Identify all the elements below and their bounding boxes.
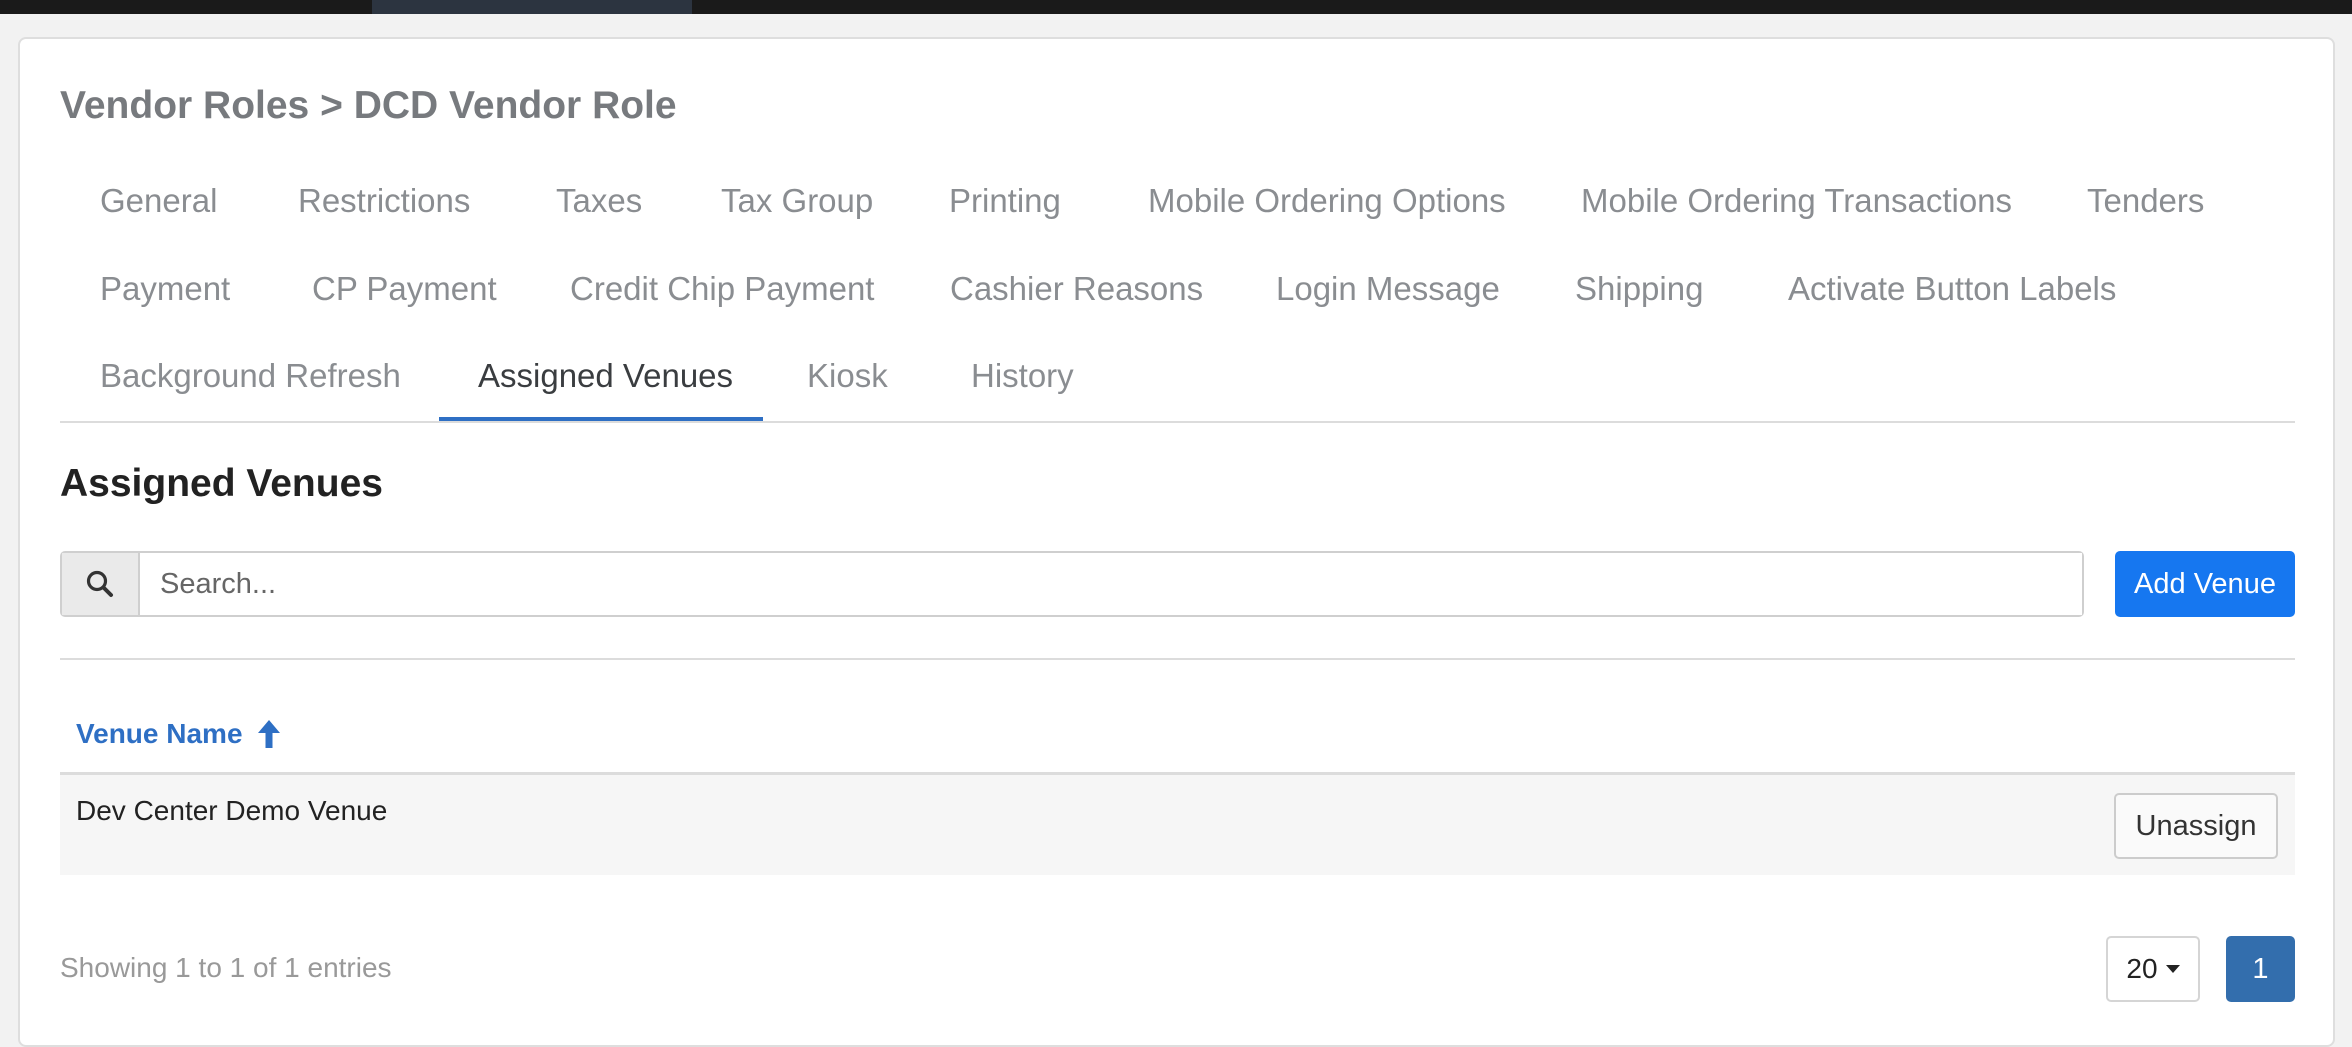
tab-mobile-ordering-options[interactable]: Mobile Ordering Options xyxy=(1148,182,1506,220)
tab-mobile-ordering-transactions[interactable]: Mobile Ordering Transactions xyxy=(1581,182,2012,220)
entries-summary: Showing 1 to 1 of 1 entries xyxy=(60,952,392,983)
tab-activate-button-labels[interactable]: Activate Button Labels xyxy=(1788,270,2116,308)
caret-down-icon xyxy=(2165,965,2180,973)
breadcrumb-separator: > xyxy=(320,84,343,127)
add-venue-button[interactable]: Add Venue xyxy=(2115,551,2295,617)
tab-assigned-venues[interactable]: Assigned Venues xyxy=(478,357,733,395)
tab-tenders[interactable]: Tenders xyxy=(2087,182,2204,220)
tab-taxes[interactable]: Taxes xyxy=(556,182,642,220)
tab-bar: General Restrictions Taxes Tax Group Pri… xyxy=(60,168,2295,422)
tab-history[interactable]: History xyxy=(971,357,1074,395)
tab-login-message[interactable]: Login Message xyxy=(1276,270,1500,308)
tab-printing[interactable]: Printing xyxy=(949,182,1061,220)
pagination-page-1[interactable]: 1 xyxy=(2226,936,2295,1002)
tab-payment[interactable]: Payment xyxy=(100,270,230,308)
page-size-select[interactable]: 20 xyxy=(2106,936,2200,1002)
search-input[interactable] xyxy=(140,553,2082,615)
table-row: Dev Center Demo Venue Unassign xyxy=(60,775,2295,875)
venue-name-cell: Dev Center Demo Venue xyxy=(76,795,388,826)
column-header-label: Venue Name xyxy=(76,718,243,749)
arrow-up-icon xyxy=(257,720,280,748)
tab-credit-chip-payment[interactable]: Credit Chip Payment xyxy=(570,270,874,308)
tab-kiosk[interactable]: Kiosk xyxy=(807,357,888,395)
tab-shipping[interactable]: Shipping xyxy=(1575,270,1703,308)
breadcrumb-parent[interactable]: Vendor Roles xyxy=(60,84,309,128)
search-group xyxy=(60,551,2084,617)
section-title: Assigned Venues xyxy=(60,462,383,505)
breadcrumb: Vendor Roles > DCD Vendor Role xyxy=(60,84,677,128)
tab-cashier-reasons[interactable]: Cashier Reasons xyxy=(950,270,1203,308)
page-size-value: 20 xyxy=(2126,953,2158,984)
breadcrumb-current: DCD Vendor Role xyxy=(353,84,677,127)
venue-name-column-header[interactable]: Venue Name xyxy=(76,718,281,750)
tab-restrictions[interactable]: Restrictions xyxy=(298,182,470,220)
tab-cp-payment[interactable]: CP Payment xyxy=(312,270,497,308)
top-nav-bar xyxy=(0,0,2352,14)
top-nav-active-item[interactable] xyxy=(372,0,692,14)
tab-background-refresh[interactable]: Background Refresh xyxy=(100,357,401,395)
tab-tax-group[interactable]: Tax Group xyxy=(721,182,873,220)
tab-general[interactable]: General xyxy=(100,182,217,220)
tabs-divider xyxy=(60,421,2295,423)
search-icon xyxy=(62,553,140,615)
toolbar-divider xyxy=(60,658,2295,660)
unassign-button[interactable]: Unassign xyxy=(2114,793,2278,859)
